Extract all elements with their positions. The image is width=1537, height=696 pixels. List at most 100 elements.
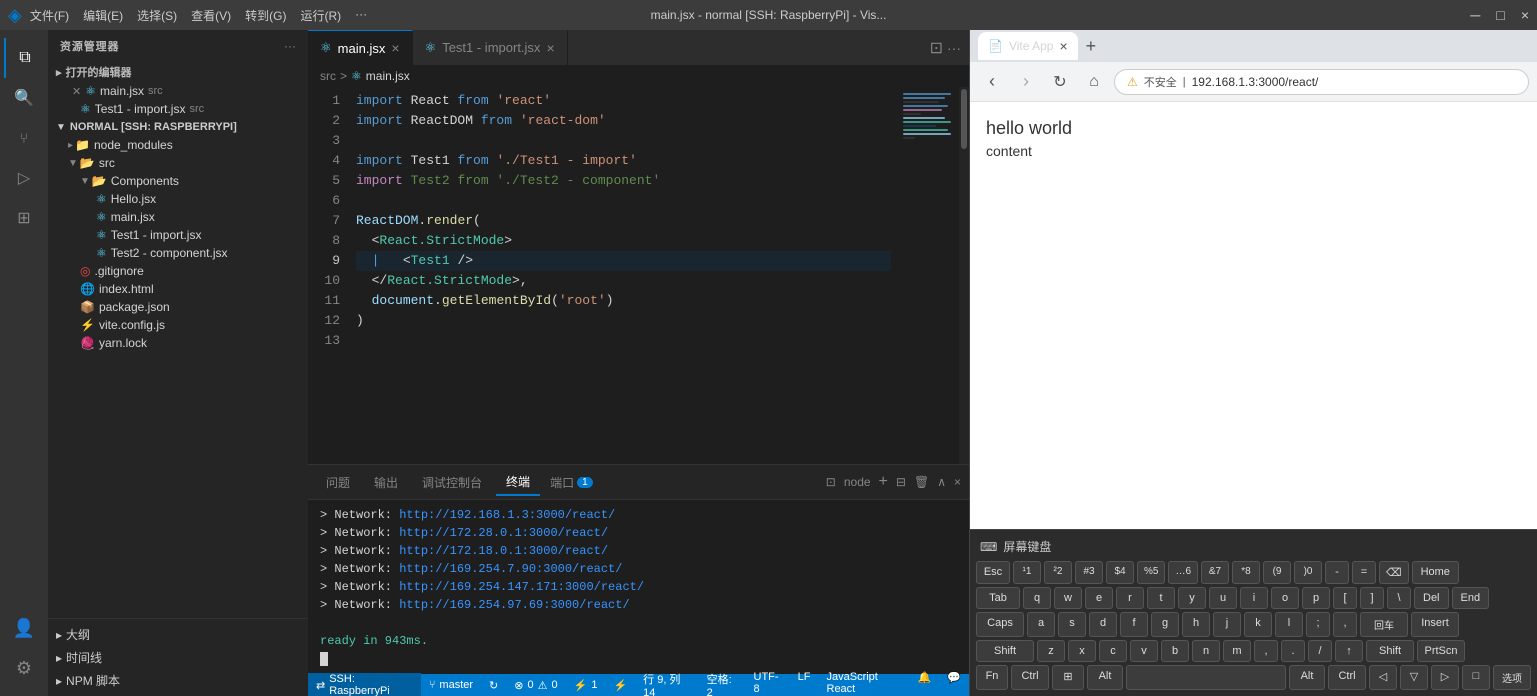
terminal-link[interactable]: http://169.254.7.90:3000/react/: [399, 562, 622, 576]
maximize-button[interactable]: □: [1496, 7, 1504, 23]
key-shift-right[interactable]: Shift: [1366, 640, 1414, 662]
key-shift-left[interactable]: Shift: [976, 640, 1034, 662]
tree-item-package-json[interactable]: 📦 package.json: [48, 298, 308, 316]
tab-test1-import[interactable]: ⚛ Test1 - import.jsx ×: [413, 30, 568, 65]
key-comma[interactable]: ,: [1333, 612, 1357, 637]
panel-collapse-icon[interactable]: ∧: [937, 475, 946, 489]
statusbar-chat[interactable]: 💬: [939, 671, 969, 696]
statusbar-sync-item[interactable]: ↻: [481, 679, 506, 692]
terminal-split-icon[interactable]: ⊟: [896, 475, 906, 489]
menu-run[interactable]: 运行(R): [301, 7, 342, 24]
key-win[interactable]: ⊞: [1052, 665, 1084, 690]
minimize-button[interactable]: ─: [1470, 7, 1480, 23]
statusbar-port-item[interactable]: ⚡ 1: [566, 679, 606, 692]
tree-item-vite-config[interactable]: ⚡ vite.config.js: [48, 316, 308, 334]
key-up-arrow[interactable]: ↑: [1335, 640, 1363, 662]
statusbar-notifications[interactable]: 🔔: [910, 671, 940, 696]
key-k[interactable]: k: [1244, 612, 1272, 637]
menu-file[interactable]: 文件(F): [30, 7, 69, 24]
timeline-section[interactable]: ▸ 时间线: [48, 646, 308, 669]
key-7[interactable]: &7: [1201, 561, 1229, 584]
browser-new-tab-icon[interactable]: +: [1082, 36, 1101, 57]
browser-tab-close-icon[interactable]: ×: [1059, 38, 1067, 54]
key-0[interactable]: )0: [1294, 561, 1322, 584]
key-r[interactable]: r: [1116, 587, 1144, 609]
terminal-link[interactable]: http://172.18.0.1:3000/react/: [399, 544, 608, 558]
tree-item-index-html[interactable]: 🌐 index.html: [48, 280, 308, 298]
key-right-arrow[interactable]: ▷: [1431, 665, 1459, 690]
key-backspace[interactable]: ⌫: [1379, 561, 1409, 584]
statusbar-spaces[interactable]: 空格: 2: [699, 671, 746, 696]
key-enter[interactable]: 回车: [1360, 612, 1408, 637]
key-ctrl-left[interactable]: Ctrl: [1011, 665, 1049, 690]
terminal-link[interactable]: http://192.168.1.3:3000/react/: [399, 508, 615, 522]
key-a[interactable]: a: [1027, 612, 1055, 637]
tree-item-test1[interactable]: ⚛ Test1 - import.jsx: [48, 226, 308, 244]
key-fn[interactable]: Fn: [976, 665, 1008, 690]
open-editors-header[interactable]: ▸ 打开的编辑器: [48, 62, 308, 82]
activity-source-control[interactable]: ⑂: [4, 118, 44, 158]
key-s[interactable]: s: [1058, 612, 1086, 637]
key-insert[interactable]: Insert: [1411, 612, 1459, 637]
key-space[interactable]: [1126, 665, 1286, 690]
key-t[interactable]: t: [1147, 587, 1175, 609]
tab-main-jsx[interactable]: ⚛ main.jsx ×: [308, 30, 413, 65]
tree-item-main-jsx[interactable]: ⚛ main.jsx: [48, 208, 308, 226]
key-o[interactable]: o: [1271, 587, 1299, 609]
key-minus[interactable]: -: [1325, 561, 1349, 584]
key-e[interactable]: e: [1085, 587, 1113, 609]
key-6[interactable]: …6: [1168, 561, 1198, 584]
npm-section[interactable]: ▸ NPM 脚本: [48, 669, 308, 692]
terminal-kill-icon[interactable]: 🗑: [914, 475, 929, 489]
panel-tab-output[interactable]: 输出: [364, 470, 408, 495]
key-prtscn[interactable]: PrtScn: [1417, 640, 1465, 662]
key-alt-right[interactable]: Alt: [1289, 665, 1325, 690]
account-icon[interactable]: 👤: [4, 608, 44, 648]
key-g[interactable]: g: [1151, 612, 1179, 637]
breadcrumb-src[interactable]: src: [320, 69, 336, 83]
browser-forward-button[interactable]: ›: [1012, 68, 1040, 96]
key-alt-left[interactable]: Alt: [1087, 665, 1123, 690]
key-options[interactable]: 选项: [1493, 665, 1531, 690]
activity-extensions[interactable]: ⊞: [4, 198, 44, 238]
sidebar-more-icon[interactable]: ···: [284, 39, 296, 53]
statusbar-position[interactable]: 行 9, 列 14: [635, 671, 698, 696]
terminal-link[interactable]: http://169.254.97.69:3000/react/: [399, 598, 629, 612]
menu-view[interactable]: 查看(V): [191, 7, 231, 24]
key-period[interactable]: .: [1281, 640, 1305, 662]
browser-tab-item[interactable]: 📄 Vite App ×: [978, 32, 1078, 60]
key-backslash[interactable]: \: [1387, 587, 1411, 609]
panel-tab-debug[interactable]: 调试控制台: [412, 470, 492, 495]
activity-search[interactable]: 🔍: [4, 78, 44, 118]
menu-edit[interactable]: 编辑(E): [83, 7, 123, 24]
key-c[interactable]: c: [1099, 640, 1127, 662]
key-z[interactable]: z: [1037, 640, 1065, 662]
activity-explorer[interactable]: ⧉: [4, 38, 44, 78]
open-editor-item-test1[interactable]: ⚛ Test1 - import.jsx src: [48, 100, 308, 118]
menu-select[interactable]: 选择(S): [137, 7, 177, 24]
tree-item-gitignore[interactable]: ◎ .gitignore: [48, 262, 308, 280]
tree-item-hello[interactable]: ⚛ Hello.jsx: [48, 190, 308, 208]
tab-close-icon[interactable]: ×: [391, 40, 399, 56]
key-4[interactable]: $4: [1106, 561, 1134, 584]
breadcrumb-file[interactable]: main.jsx: [366, 69, 410, 83]
tab-close-icon[interactable]: ×: [546, 40, 554, 56]
key-esc[interactable]: Esc: [976, 561, 1010, 584]
menu-goto[interactable]: 转到(G): [245, 7, 286, 24]
browser-reload-button[interactable]: ↻: [1046, 68, 1074, 96]
close-button[interactable]: ×: [1521, 7, 1529, 23]
panel-launch-icon[interactable]: ⊡: [826, 475, 836, 489]
outline-section[interactable]: ▸ 大纲: [48, 623, 308, 646]
close-icon[interactable]: ✕: [72, 85, 81, 98]
key-j[interactable]: j: [1213, 612, 1241, 637]
key-b[interactable]: b: [1161, 640, 1189, 662]
key-slash[interactable]: /: [1308, 640, 1332, 662]
terminal-link[interactable]: http://172.28.0.1:3000/react/: [399, 526, 608, 540]
key-3[interactable]: #3: [1075, 561, 1103, 584]
panel-tab-ports[interactable]: 端口 1: [544, 470, 599, 495]
key-9[interactable]: (9: [1263, 561, 1291, 584]
key-i[interactable]: i: [1240, 587, 1268, 609]
key-q[interactable]: q: [1023, 587, 1051, 609]
terminal-link[interactable]: http://169.254.147.171:3000/react/: [399, 580, 644, 594]
key-h[interactable]: h: [1182, 612, 1210, 637]
